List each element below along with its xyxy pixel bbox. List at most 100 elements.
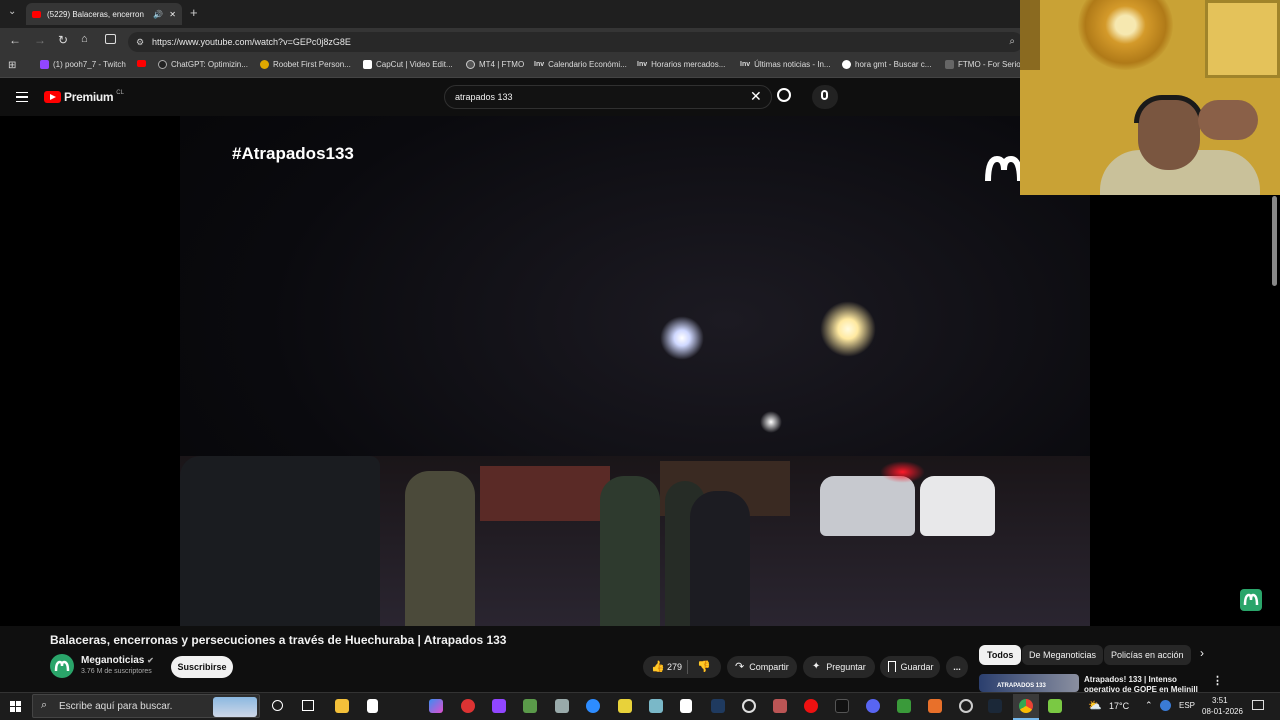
- twitch-app-icon[interactable]: [492, 699, 506, 713]
- channel-avatar[interactable]: [50, 654, 74, 678]
- menu-icon[interactable]: [16, 92, 28, 102]
- bookmark-youtube[interactable]: [137, 60, 146, 67]
- file-explorer-icon[interactable]: [335, 699, 349, 713]
- address-bar[interactable]: ⚙ https://www.youtube.com/watch?v=GEPc0j…: [128, 32, 1023, 52]
- ask-button[interactable]: ✦ Preguntar: [803, 656, 875, 678]
- app-orange-icon[interactable]: [928, 699, 942, 713]
- channel-name-text: Meganoticias: [81, 655, 145, 666]
- sticky-notes-icon[interactable]: [618, 699, 632, 713]
- more-actions-button[interactable]: ...: [946, 656, 968, 678]
- cortana-icon[interactable]: [272, 700, 283, 711]
- clock-time[interactable]: 3:51: [1212, 696, 1228, 705]
- chips-next-chevron-icon[interactable]: ›: [1200, 646, 1204, 660]
- minecraft-icon[interactable]: [897, 699, 911, 713]
- channel-name[interactable]: Meganoticias ✔: [81, 655, 154, 666]
- clear-search-icon[interactable]: ✕: [750, 88, 762, 105]
- chatgpt-icon: [158, 60, 167, 69]
- bookmark-twitch[interactable]: (1) pooh7_7 - Twitch: [40, 60, 126, 69]
- like-count[interactable]: 279: [667, 656, 682, 678]
- related-more-icon[interactable]: ⋮: [1212, 674, 1223, 687]
- tab-list-chevron-icon[interactable]: ⌄: [8, 6, 16, 17]
- speaker-icon[interactable]: 🔊: [153, 10, 163, 19]
- reload-icon[interactable]: ↻: [58, 33, 68, 47]
- taskbar-search-box[interactable]: ⌕ Escribe aquí para buscar.: [32, 694, 260, 718]
- obs-icon[interactable]: [959, 699, 973, 713]
- browser-tab-active[interactable]: (5229) Balaceras, encerron 🔊 ✕: [26, 3, 182, 25]
- discord-icon[interactable]: [866, 699, 880, 713]
- tab-close-icon[interactable]: ✕: [169, 10, 176, 19]
- bookmark-capcut[interactable]: CapCut | Video Edit...: [363, 60, 453, 69]
- notepad-icon[interactable]: [367, 699, 378, 713]
- bookmark-horarios[interactable]: Inv Horarios mercados...: [637, 60, 725, 69]
- globe-icon: [466, 60, 475, 69]
- tray-app-icon[interactable]: [1160, 700, 1171, 711]
- save-button[interactable]: Guardar: [880, 656, 940, 678]
- youtube-logo[interactable]: Premium CL: [44, 90, 124, 104]
- tray-chevron-icon[interactable]: ⌃: [1145, 700, 1153, 711]
- ask-label: Preguntar: [826, 662, 866, 672]
- tab-title: (5229) Balaceras, encerron: [47, 9, 144, 19]
- subscribe-button[interactable]: Suscribirse: [171, 656, 233, 678]
- voice-search-button[interactable]: [812, 85, 838, 109]
- dislike-icon[interactable]: 👎: [697, 656, 711, 678]
- clock-date[interactable]: 08-01-2026: [1202, 707, 1243, 716]
- bookmark-mt4[interactable]: MT4 | FTMO: [466, 60, 524, 69]
- temperature[interactable]: 17°C: [1109, 701, 1129, 711]
- chip-todos[interactable]: Todos: [979, 645, 1022, 665]
- forward-icon[interactable]: →: [34, 33, 46, 47]
- roobet-icon: [260, 60, 269, 69]
- wall-frame-left: [1020, 0, 1040, 70]
- task-view-icon[interactable]: [302, 700, 314, 711]
- channel-watermark-icon[interactable]: [1240, 589, 1262, 611]
- search-input[interactable]: atrapados 133: [444, 85, 772, 109]
- app-cyan-icon[interactable]: [649, 699, 663, 713]
- page-scrollbar[interactable]: [1272, 196, 1277, 286]
- brick-wall: [480, 466, 610, 521]
- sparkle-icon: ✦: [812, 661, 821, 672]
- app-lime-icon[interactable]: [1048, 699, 1062, 713]
- bookmark-roobet[interactable]: Roobet First Person...: [260, 60, 351, 69]
- notifications-icon[interactable]: [1252, 700, 1264, 710]
- apps-grid-icon[interactable]: ⊞: [8, 60, 16, 71]
- site-info-icon[interactable]: ⚙: [136, 32, 144, 52]
- chip-policias-en-accion[interactable]: Policías en acción: [1104, 645, 1191, 665]
- language-indicator[interactable]: ESP: [1179, 701, 1195, 710]
- sun-mirror: [1078, 0, 1173, 70]
- settings-gear-icon[interactable]: [742, 699, 756, 713]
- new-tab-icon[interactable]: +: [190, 5, 198, 20]
- zoom-icon[interactable]: ⌕: [1009, 32, 1015, 52]
- like-icon[interactable]: 👍: [651, 656, 665, 678]
- app-green-icon[interactable]: [523, 699, 537, 713]
- opera-icon[interactable]: [804, 699, 818, 713]
- search-icon: ⌕: [41, 699, 48, 711]
- officer-1: [405, 471, 475, 626]
- copilot-icon[interactable]: [429, 699, 443, 713]
- bookmark-calendario[interactable]: Inv Calendario Económi...: [534, 60, 627, 69]
- verified-icon: ✔: [147, 656, 154, 665]
- windows-start-icon[interactable]: [10, 701, 21, 712]
- bookmark-noticias[interactable]: Inv Últimas noticias - In...: [740, 60, 831, 69]
- tiktok-icon[interactable]: [835, 699, 849, 713]
- bookmark-label: FTMO - For Serio: [958, 60, 1021, 69]
- investing-icon: Inv: [637, 61, 648, 68]
- bookmark-hora-gmt[interactable]: hora gmt - Buscar c...: [842, 60, 931, 69]
- split-view-icon[interactable]: [105, 34, 116, 44]
- home-icon[interactable]: ⌂: [81, 33, 88, 45]
- capcut-app-icon[interactable]: [680, 699, 692, 713]
- bookmark-chatgpt[interactable]: ChatGPT: Optimizin...: [158, 60, 248, 69]
- share-button[interactable]: ↷ Compartir: [727, 656, 797, 678]
- app-brown-icon[interactable]: [773, 699, 787, 713]
- chip-de-meganoticias[interactable]: De Meganoticias: [1022, 645, 1104, 665]
- bookmark-ftmo[interactable]: FTMO - For Serio: [945, 60, 1021, 69]
- zoom-app-icon[interactable]: [586, 699, 600, 713]
- search-icon[interactable]: [777, 88, 791, 102]
- app-navy-icon[interactable]: [711, 699, 725, 713]
- related-video-title[interactable]: Atrapados! 133 | Intenso operativo de GO…: [1084, 675, 1202, 692]
- back-icon[interactable]: ←: [9, 33, 21, 47]
- person-4: [690, 491, 750, 626]
- steam-icon[interactable]: [988, 699, 1002, 713]
- app-red-icon[interactable]: [461, 699, 475, 713]
- related-video-thumbnail[interactable]: ATRAPADOS 133: [979, 674, 1079, 692]
- search-highlight-image: [213, 697, 257, 717]
- app-gray-icon[interactable]: [555, 699, 569, 713]
